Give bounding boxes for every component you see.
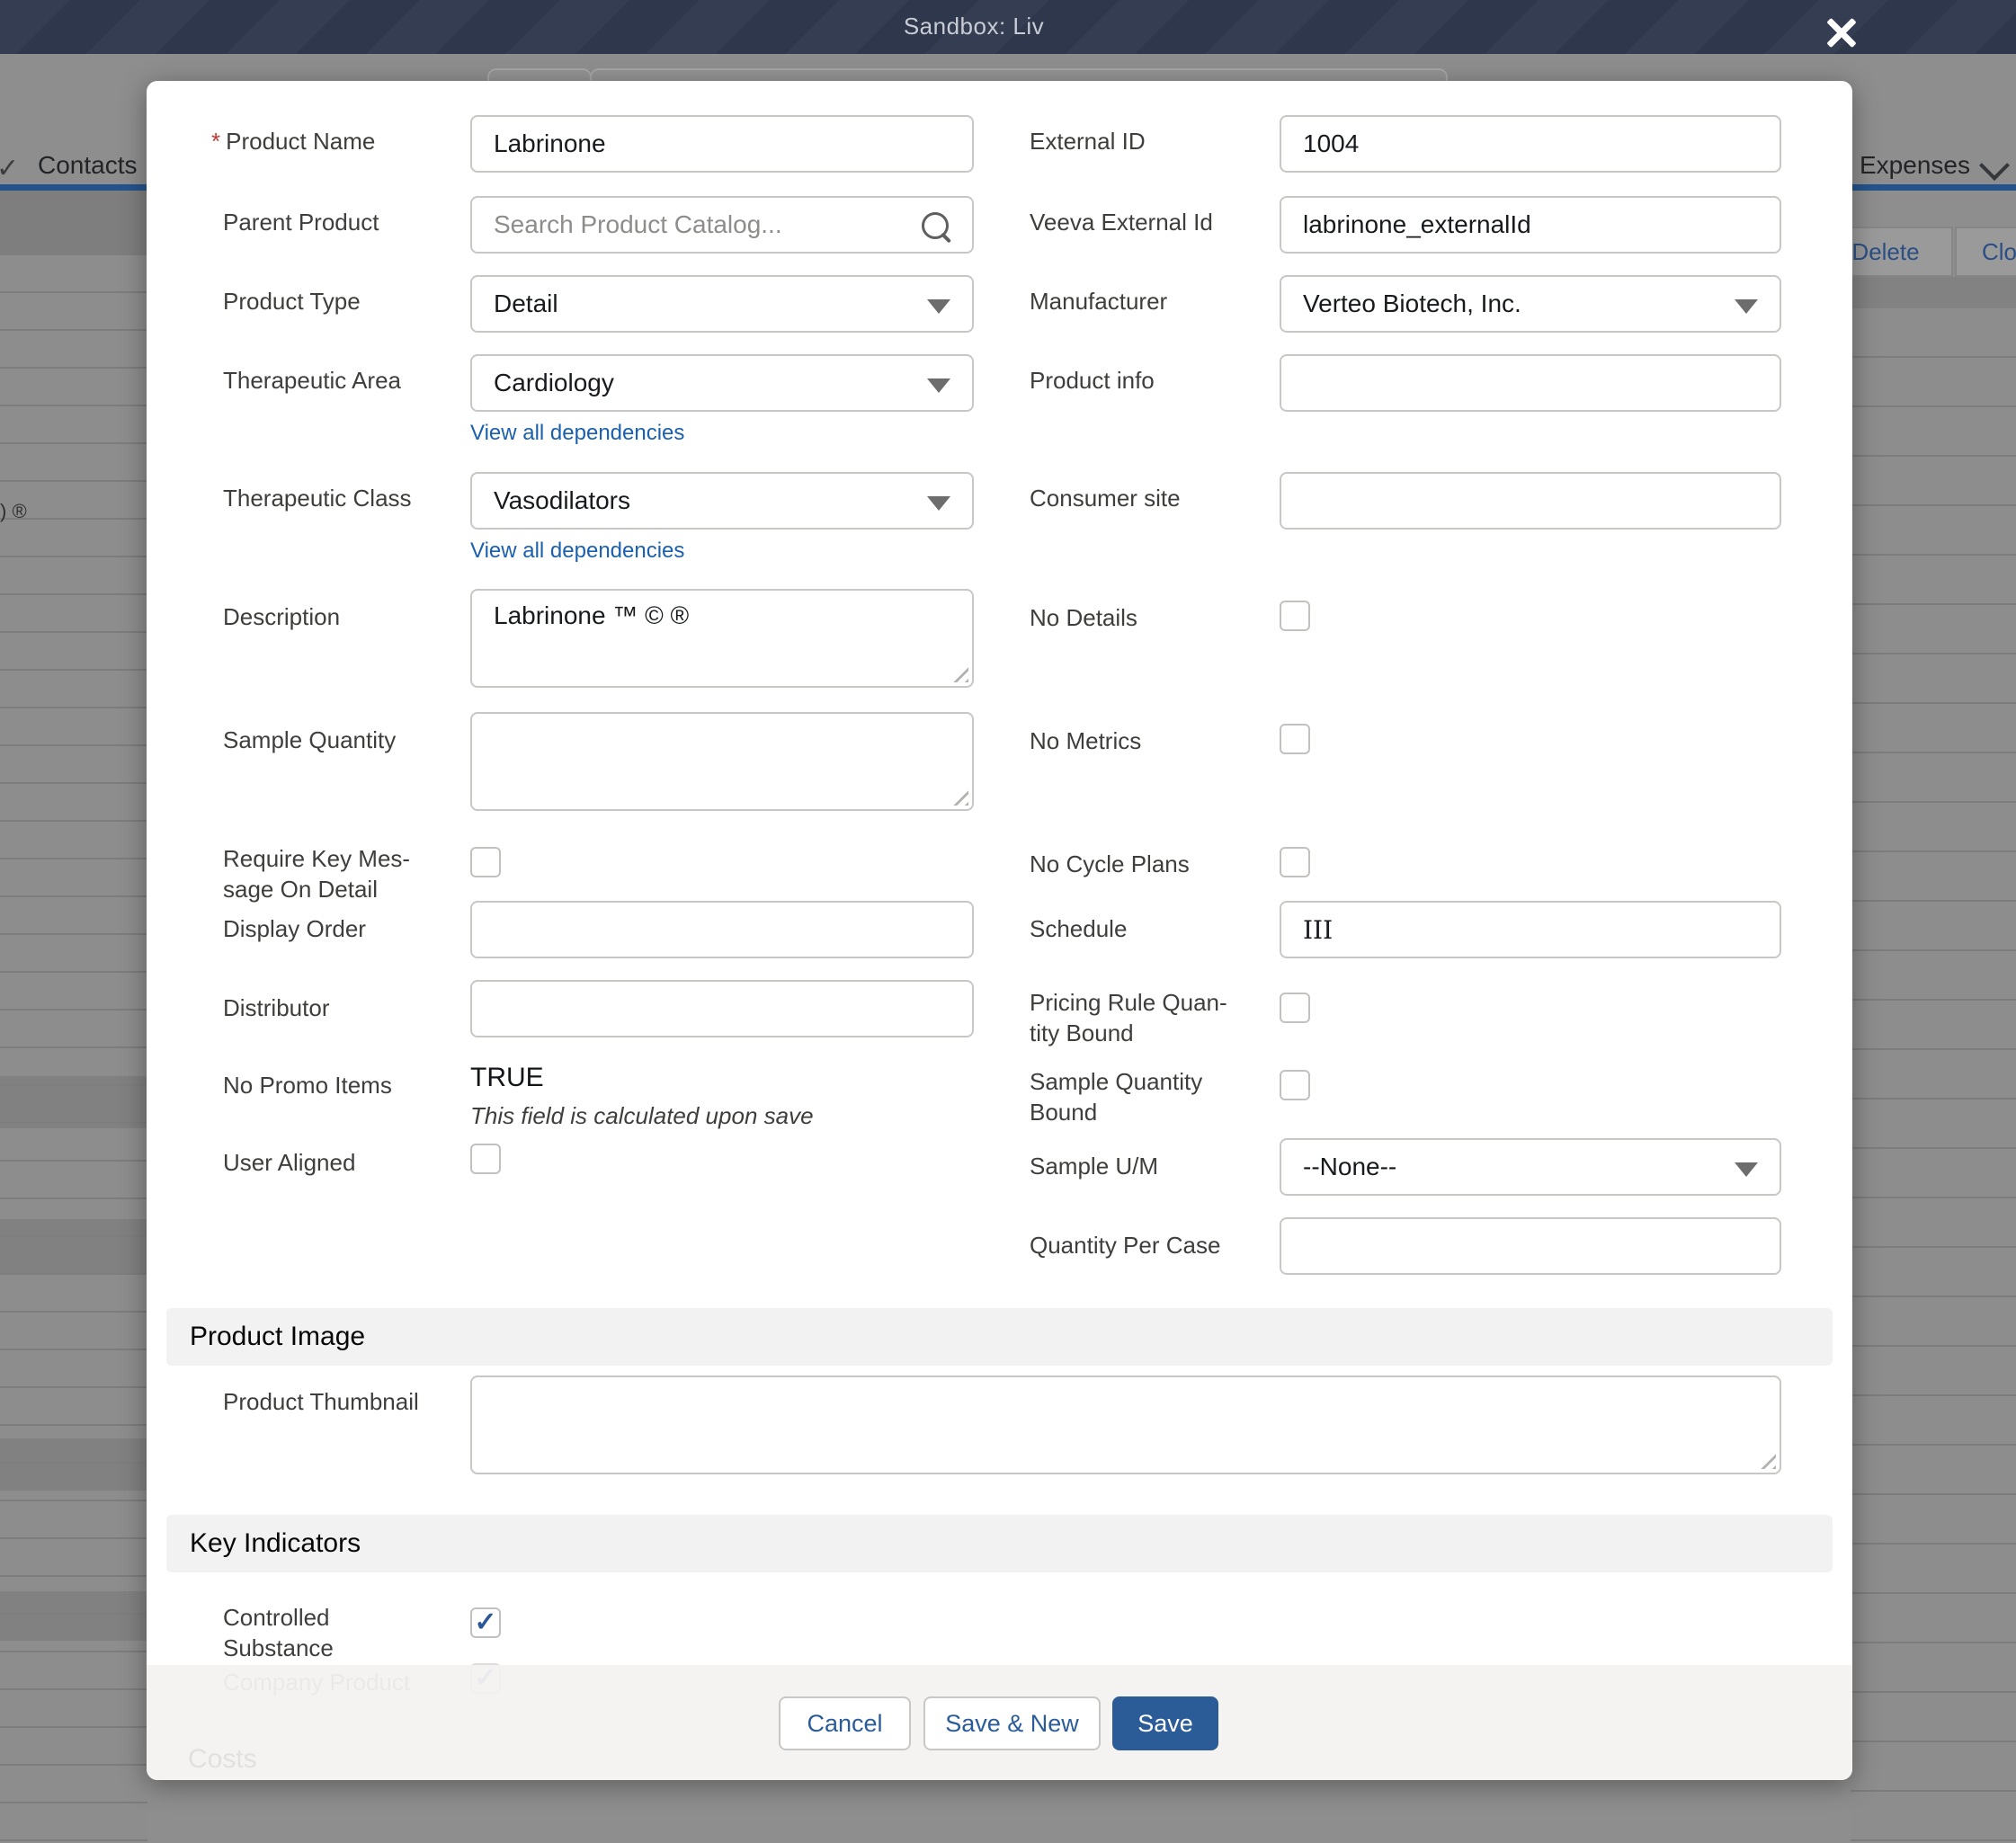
- no-cycle-plans-checkbox[interactable]: [1280, 847, 1310, 877]
- sample-quantity-bound-label: Sample Quantity Bound: [1030, 1066, 1263, 1127]
- no-metrics-checkbox[interactable]: [1280, 724, 1310, 754]
- no-details-checkbox[interactable]: [1280, 601, 1310, 631]
- section-product-image: Product Image: [166, 1308, 1833, 1366]
- sample-um-label: Sample U/M: [1030, 1151, 1263, 1181]
- require-key-message-checkbox[interactable]: [470, 847, 501, 877]
- external-id-label: External ID: [1030, 126, 1263, 156]
- therapeutic-area-label: Therapeutic Area: [223, 365, 457, 396]
- background-selected-row: [0, 1219, 147, 1275]
- therapeutic-class-dependencies-link[interactable]: View all dependencies: [470, 539, 684, 564]
- no-promo-items-value: TRUE: [470, 1063, 544, 1093]
- distributor-input[interactable]: [470, 980, 974, 1037]
- controlled-substance-label: Controlled Substance: [223, 1602, 457, 1663]
- no-cycle-plans-label: No Cycle Plans: [1030, 849, 1263, 879]
- background-selected-row: [0, 1076, 147, 1128]
- consumer-site-label: Consumer site: [1030, 483, 1263, 513]
- description-textarea[interactable]: Labrinone ™ © ®: [470, 589, 974, 688]
- product-type-select[interactable]: Detail: [470, 275, 974, 333]
- external-id-input[interactable]: [1280, 115, 1781, 173]
- background-selected-row: [0, 1438, 147, 1491]
- edit-product-modal: *Product Name External ID Parent Product…: [147, 81, 1852, 1780]
- veeva-external-id-label: Veeva External Id: [1030, 207, 1263, 237]
- checkmark-icon: ✓: [0, 153, 19, 184]
- dropdown-arrow-icon: [927, 299, 950, 314]
- dropdown-arrow-icon: [1735, 299, 1758, 314]
- product-thumbnail-textarea[interactable]: [470, 1376, 1781, 1474]
- sample-um-select[interactable]: --None--: [1280, 1138, 1781, 1196]
- controlled-substance-checkbox[interactable]: [470, 1607, 501, 1638]
- no-metrics-label: No Metrics: [1030, 726, 1263, 756]
- distributor-label: Distributor: [223, 993, 457, 1023]
- user-aligned-label: User Aligned: [223, 1147, 457, 1178]
- search-icon[interactable]: [922, 212, 949, 239]
- pricing-rule-quantity-bound-label: Pricing Rule Quan- tity Bound: [1030, 987, 1263, 1048]
- modal-footer: Cancel Save & New Save: [147, 1665, 1852, 1780]
- required-asterisk: *: [211, 128, 220, 155]
- dropdown-arrow-icon: [927, 496, 950, 511]
- product-info-input[interactable]: [1280, 354, 1781, 412]
- user-aligned-checkbox[interactable]: [470, 1144, 501, 1174]
- therapeutic-class-select[interactable]: Vasodilators: [470, 472, 974, 530]
- display-order-label: Display Order: [223, 913, 457, 944]
- background-band: [1851, 277, 2016, 308]
- parent-product-label: Parent Product: [223, 207, 457, 237]
- cancel-button[interactable]: Cancel: [779, 1696, 911, 1750]
- require-key-message-label: Require Key Mes- sage On Detail: [223, 843, 457, 904]
- product-name-label: *Product Name: [211, 126, 445, 156]
- therapeutic-area-select[interactable]: Cardiology: [470, 354, 974, 412]
- chevron-down-icon[interactable]: [1979, 150, 2010, 181]
- sandbox-banner: Sandbox: Liv: [0, 13, 1948, 40]
- schedule-input[interactable]: [1280, 901, 1781, 958]
- display-order-input[interactable]: [470, 901, 974, 958]
- background-tab-contacts[interactable]: Contacts: [38, 151, 138, 180]
- sample-quantity-textarea[interactable]: [470, 712, 974, 811]
- consumer-site-input[interactable]: [1280, 472, 1781, 530]
- background-table-rows-right: [1851, 308, 2016, 1843]
- sample-quantity-label: Sample Quantity: [223, 725, 457, 755]
- no-promo-items-label: No Promo Items: [223, 1070, 457, 1100]
- dropdown-arrow-icon: [1735, 1162, 1758, 1177]
- sample-quantity-bound-checkbox[interactable]: [1280, 1070, 1310, 1100]
- background-row-fragment: ) ®: [0, 500, 27, 523]
- save-and-new-button[interactable]: Save & New: [923, 1696, 1101, 1750]
- clone-button[interactable]: Clo: [1955, 227, 2016, 277]
- save-button[interactable]: Save: [1112, 1696, 1218, 1750]
- product-info-label: Product info: [1030, 365, 1263, 396]
- manufacturer-label: Manufacturer: [1030, 286, 1263, 316]
- quantity-per-case-label: Quantity Per Case: [1030, 1230, 1263, 1260]
- product-name-input[interactable]: [470, 115, 974, 173]
- background-table-header: [0, 191, 147, 255]
- background-tab-expenses[interactable]: Expenses: [1860, 151, 1970, 180]
- no-details-label: No Details: [1030, 602, 1263, 633]
- quantity-per-case-input[interactable]: [1280, 1217, 1781, 1275]
- therapeutic-area-dependencies-link[interactable]: View all dependencies: [470, 421, 684, 446]
- top-bar: Sandbox: Liv: [0, 0, 2016, 54]
- background-selected-row: [0, 1591, 147, 1641]
- pricing-rule-quantity-bound-checkbox[interactable]: [1280, 993, 1310, 1023]
- veeva-external-id-input[interactable]: [1280, 196, 1781, 254]
- description-label: Description: [223, 601, 457, 632]
- product-thumbnail-label: Product Thumbnail: [223, 1386, 457, 1417]
- therapeutic-class-label: Therapeutic Class: [223, 483, 457, 513]
- schedule-label: Schedule: [1030, 913, 1263, 944]
- close-icon[interactable]: [1820, 11, 1863, 54]
- manufacturer-select[interactable]: Verteo Biotech, Inc.: [1280, 275, 1781, 333]
- product-type-label: Product Type: [223, 286, 457, 316]
- parent-product-search-input[interactable]: [470, 196, 974, 254]
- dropdown-arrow-icon: [927, 378, 950, 393]
- section-key-indicators: Key Indicators: [166, 1515, 1833, 1572]
- no-promo-items-note: This field is calculated upon save: [470, 1102, 814, 1130]
